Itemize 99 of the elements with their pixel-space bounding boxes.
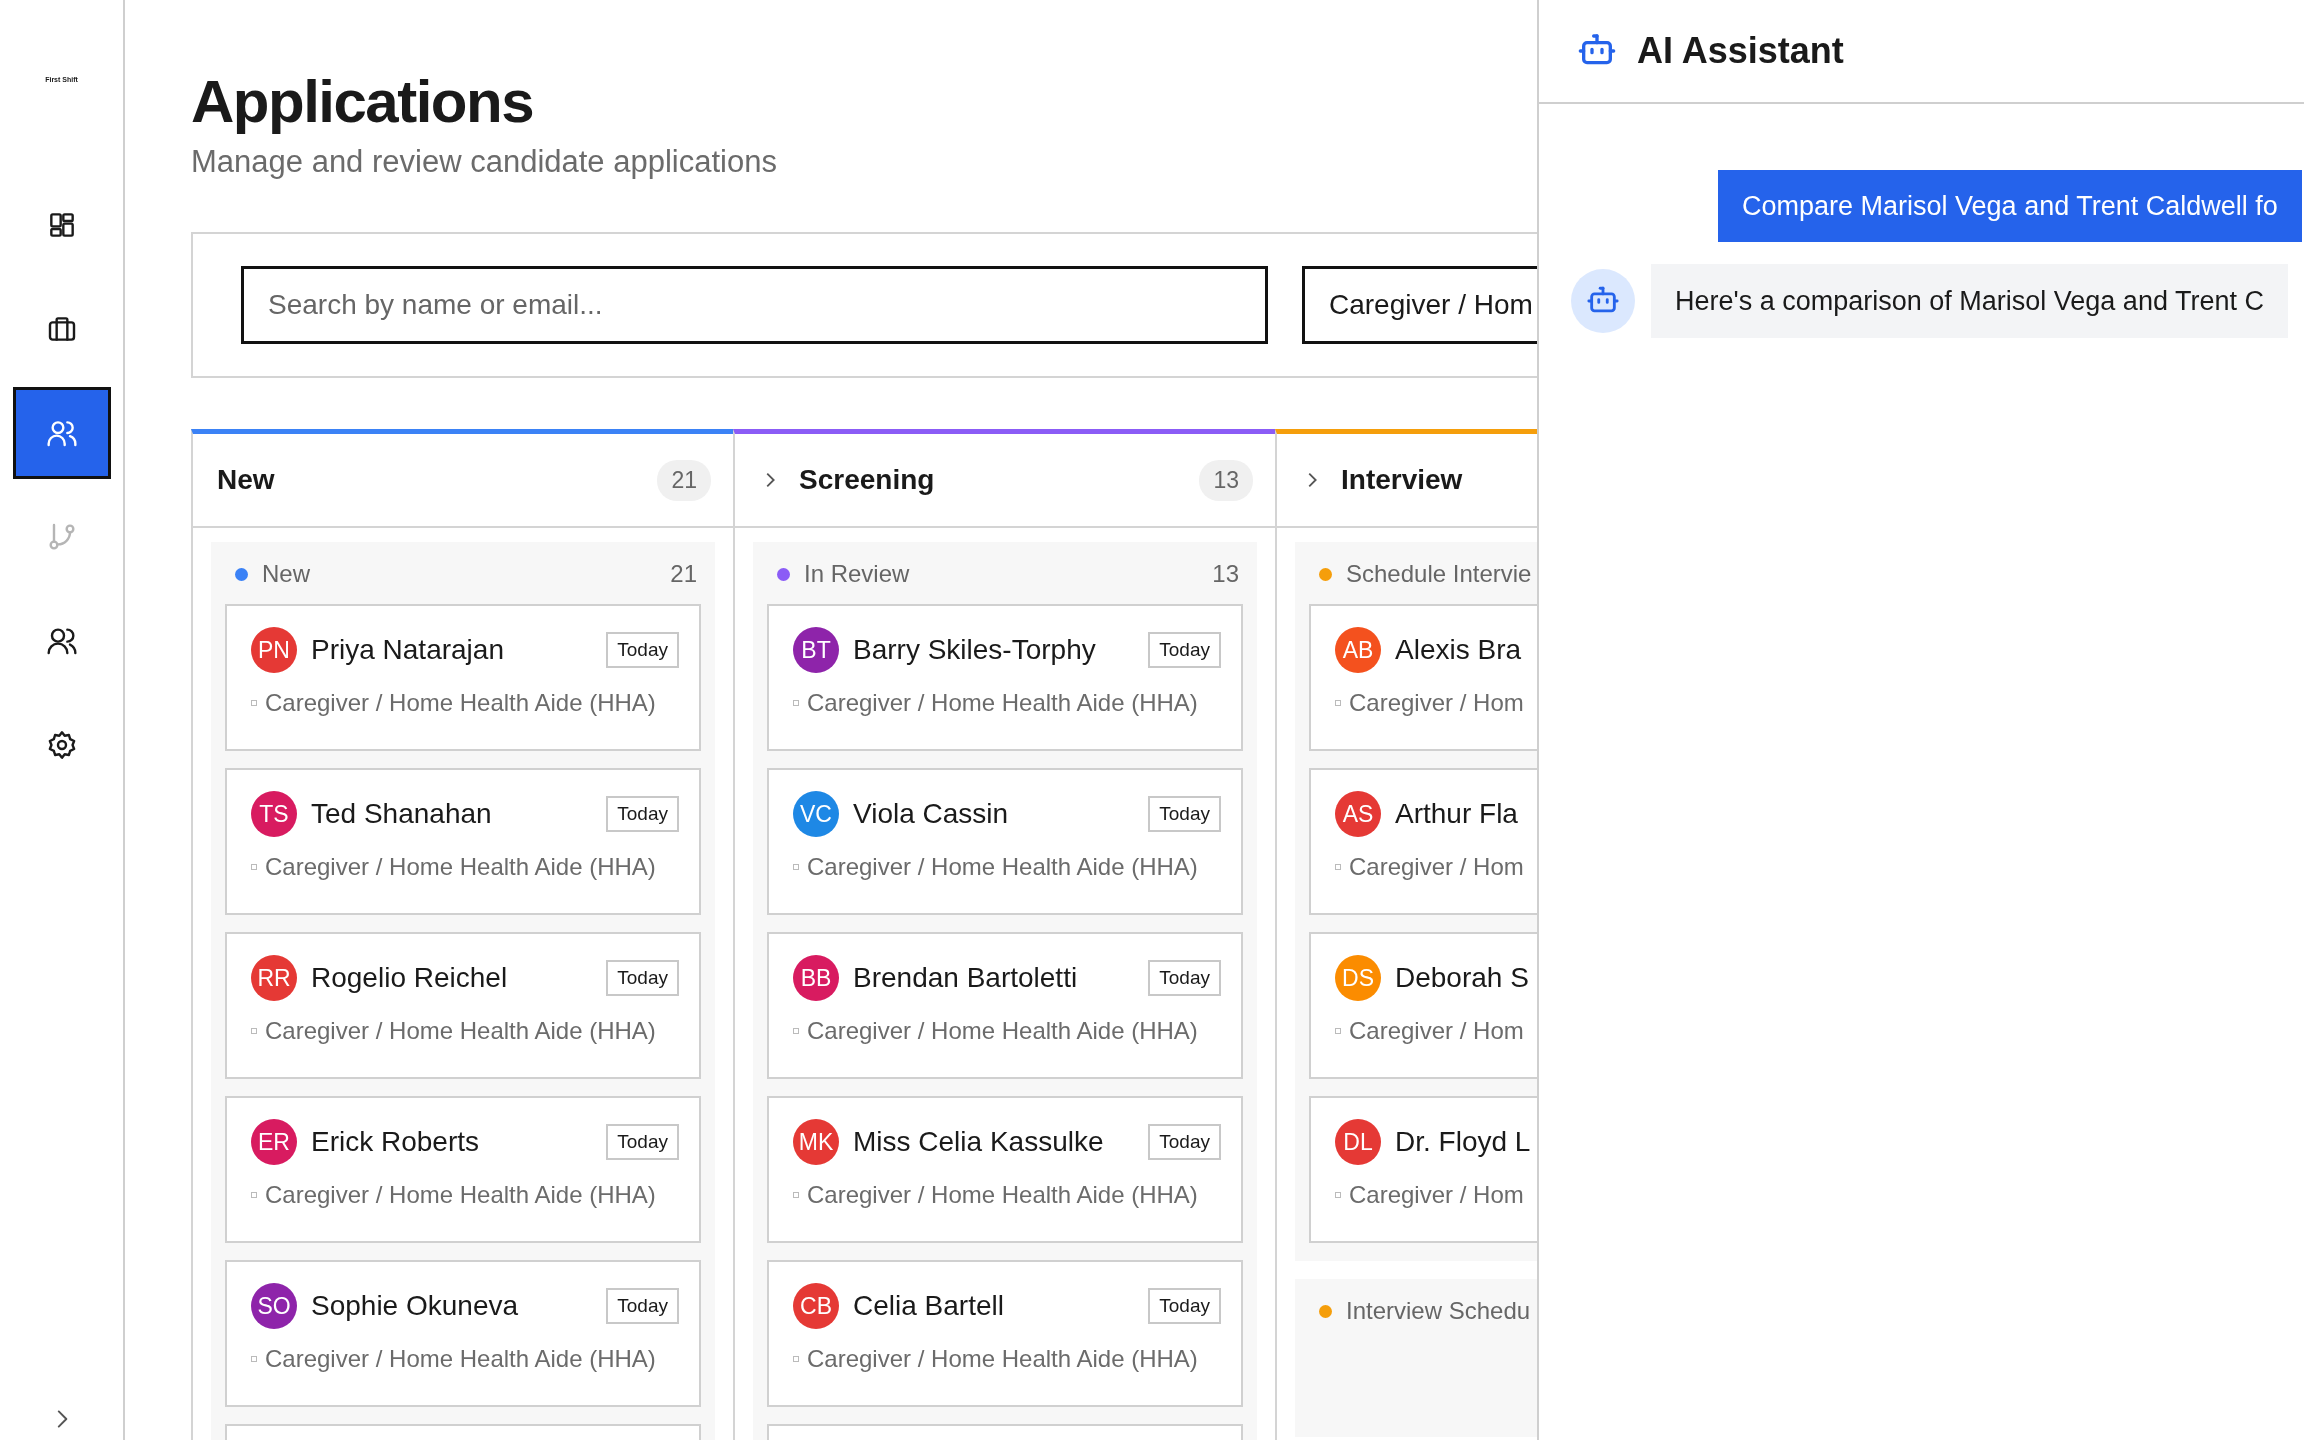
nav-button[interactable] — [12, 387, 111, 479]
bullet-icon — [793, 864, 799, 870]
avatar: BT — [793, 627, 839, 673]
job-role: Caregiver / Home Health Aide (HHA) — [265, 1181, 656, 1209]
bullet-icon — [793, 1356, 799, 1362]
date-badge: Today — [1148, 960, 1221, 996]
candidate-name: Deborah S — [1395, 962, 1530, 994]
candidate-card[interactable]: CB Celia Bartell Today Caregiver / Home Health Aide (HHA) — [767, 1260, 1243, 1407]
candidate-card[interactable]: MK Miss Celia Kassulke Today Caregiver / Home Health Aide (HHA) — [767, 1096, 1243, 1243]
candidate-card[interactable]: BB Brendan Bartoletti Today Caregiver / Home Health Aide (HHA) — [767, 932, 1243, 1079]
avatar: MK — [793, 1119, 839, 1165]
assistant-message: Here's a comparison of Marisol Vega and Trent C — [1651, 264, 2288, 338]
bullet-icon — [1335, 1192, 1341, 1198]
people-icon — [45, 625, 78, 657]
candidate-name: Ted Shanahan — [311, 798, 493, 830]
bullet-icon — [793, 700, 799, 706]
avatar: RR — [251, 955, 297, 1001]
candidate-card[interactable]: PN Priya Natarajan Today Caregiver / Home Health Aide (HHA) — [225, 604, 701, 751]
avatar: VC — [793, 791, 839, 837]
group-count: 13 — [1212, 560, 1239, 588]
group-label: In Review — [804, 560, 911, 588]
date-badge: Today — [606, 632, 679, 668]
avatar: DL — [1335, 1119, 1381, 1165]
avatar: AS — [1335, 791, 1381, 837]
avatar: TS — [251, 791, 297, 837]
page-subtitle: Manage and review candidate applications — [191, 144, 778, 180]
candidate-name: Alexis Bra — [1395, 634, 1523, 666]
candidate-name: Priya Natarajan — [311, 634, 505, 666]
job-role: Caregiver / Home Health Aide (HHA) — [265, 1017, 656, 1045]
candidate-name: Celia Bartell — [853, 1290, 1005, 1322]
bullet-icon — [251, 1028, 257, 1034]
avatar: ER — [251, 1119, 297, 1165]
avatar: BB — [793, 955, 839, 1001]
date-badge: Today — [1148, 796, 1221, 832]
candidate-card[interactable]: VC Viola Cassin Today Caregiver / Home Health Aide (HHA) — [767, 768, 1243, 915]
candidate-name: Erick Roberts — [311, 1126, 481, 1158]
column-title: Screening — [799, 464, 936, 496]
candidate-name: Viola Cassin — [853, 798, 1010, 830]
candidate-card[interactable]: ER Erick Roberts Today Caregiver / Home Health Aide (HHA) — [225, 1096, 701, 1243]
candidate-card[interactable]: SO Sophie Okuneva Today Caregiver / Home Health Aide (HHA) — [225, 1260, 701, 1407]
count-badge: 21 — [657, 459, 711, 501]
job-role: Caregiver / Home Health Aide (HHA) — [807, 1181, 1198, 1209]
date-badge: Today — [606, 960, 679, 996]
bullet-icon — [251, 1192, 257, 1198]
candidate-name: Rogelio Reichel — [311, 962, 509, 994]
job-role: Caregiver / Hom — [1349, 1017, 1524, 1045]
bullet-icon — [1335, 700, 1341, 706]
count-badge: 13 — [1199, 459, 1253, 501]
candidate-name: Sophie Okuneva — [311, 1290, 520, 1322]
bullet-icon — [793, 1192, 799, 1198]
date-badge: Today — [1148, 1288, 1221, 1324]
job-role: Caregiver / Hom — [1349, 853, 1524, 881]
avatar: CB — [793, 1283, 839, 1329]
avatar: SO — [251, 1283, 297, 1329]
avatar: DS — [1335, 955, 1381, 1001]
panel-title: AI Assistant — [1637, 30, 1844, 72]
candidate-card[interactable]: DS Deborah S Caregiver / Hom — [1309, 932, 1537, 1079]
job-role: Caregiver / Home Health Aide (HHA) — [265, 1345, 656, 1373]
group-label: Schedule Intervie — [1346, 560, 1533, 588]
candidate-card[interactable]: AB Alexis Bra Caregiver / Hom — [1309, 604, 1537, 751]
user-message: Compare Marisol Vega and Trent Caldwell fo — [1718, 170, 2302, 242]
column-title: Interview — [1341, 464, 1464, 496]
candidate-name: Dr. Floyd L — [1395, 1126, 1532, 1158]
candidate-card[interactable]: RR Rogelio Reichel Today Caregiver / Home Health Aide (HHA) — [225, 932, 701, 1079]
column-title: New — [217, 464, 276, 496]
date-badge: Today — [1148, 632, 1221, 668]
group-count: 21 — [670, 560, 697, 588]
date-badge: Today — [606, 796, 679, 832]
bullet-icon — [251, 1356, 257, 1362]
page-title: Applications — [191, 67, 535, 137]
group-label: Interview Schedu — [1346, 1297, 1532, 1325]
candidate-card[interactable]: AS Arthur Fla Caregiver / Hom — [1309, 768, 1537, 915]
date-badge: Today — [606, 1124, 679, 1160]
bullet-icon — [793, 1028, 799, 1034]
candidate-name: Brendan Bartoletti — [853, 962, 1079, 994]
bullet-icon — [251, 700, 257, 706]
bullet-icon — [1335, 1028, 1341, 1034]
search-field[interactable]: Search by name or email... — [241, 266, 1268, 344]
avatar: AB — [1335, 627, 1381, 673]
candidate-name: Arthur Fla — [1395, 798, 1519, 830]
job-role: Caregiver / Home Health Aide (HHA) — [265, 853, 656, 881]
candidate-card[interactable]: DL Dr. Floyd L Caregiver / Hom — [1309, 1096, 1537, 1243]
job-role: Caregiver / Home Health Aide (HHA) — [807, 689, 1198, 717]
candidate-name: Barry Skiles-Torphy — [853, 634, 1097, 666]
date-badge: Today — [1148, 1124, 1221, 1160]
avatar: PN — [251, 627, 297, 673]
job-role: Caregiver / Hom — [1349, 689, 1524, 717]
job-role: Caregiver / Home Health Aide (HHA) — [807, 1017, 1198, 1045]
job-role: Caregiver / Home Health Aide (HHA) — [807, 1345, 1198, 1373]
group-label: New — [262, 560, 311, 588]
candidate-name: Miss Celia Kassulke — [853, 1126, 1105, 1158]
candidate-card[interactable]: BT Barry Skiles-Torphy Today Caregiver / Home Health Aide (HHA) — [767, 604, 1243, 751]
date-badge: Today — [606, 1288, 679, 1324]
candidate-card[interactable]: TS Ted Shanahan Today Caregiver / Home Health Aide (HHA) — [225, 768, 701, 915]
bullet-icon — [1335, 864, 1341, 870]
job-role: Caregiver / Home Health Aide (HHA) — [807, 853, 1198, 881]
bullet-icon — [251, 864, 257, 870]
job-role: Caregiver / Hom — [1349, 1181, 1524, 1209]
job-role: Caregiver / Home Health Aide (HHA) — [265, 689, 656, 717]
